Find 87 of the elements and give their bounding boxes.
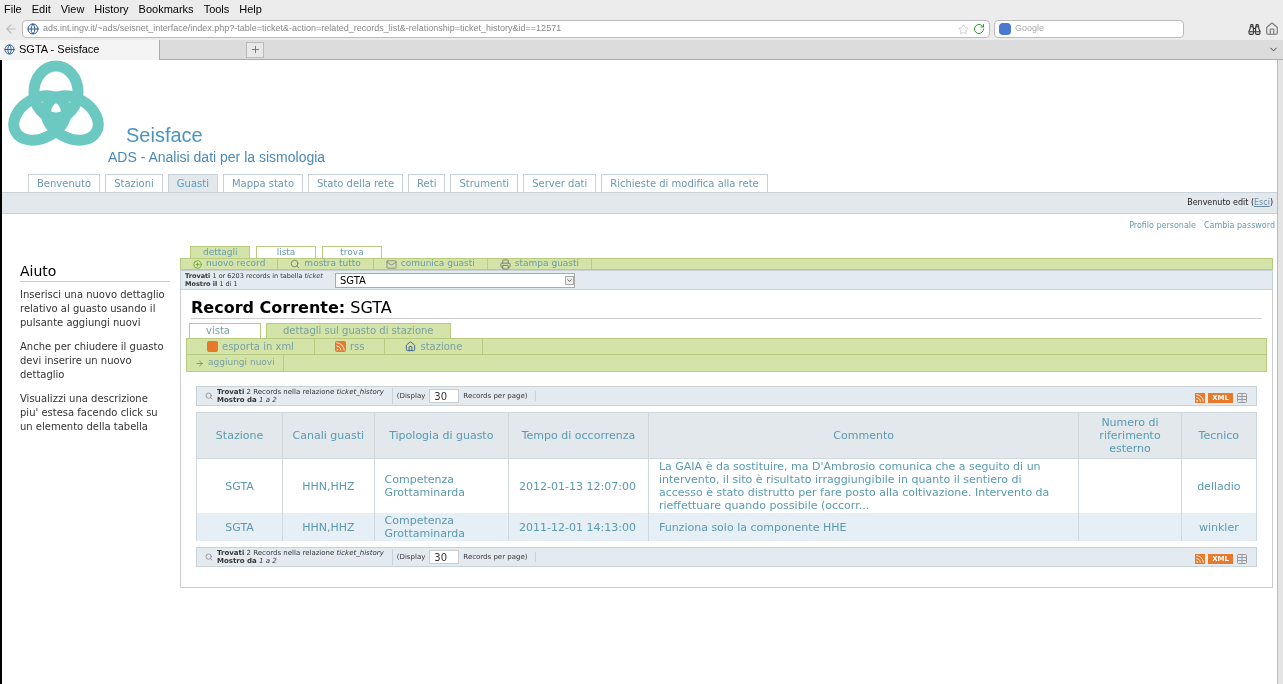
url-text: ads.int.ingv.it/~ads/seisnet_interface/index.php?-table=ticket&-action=related_records_list&-relationship=ticket_history&id==12571	[43, 22, 562, 36]
search-field[interactable]: Google	[994, 20, 1184, 38]
search-engine-icon	[999, 23, 1011, 35]
table-cell[interactable]: SGTA	[196, 513, 283, 541]
record-tab[interactable]: lista	[256, 246, 316, 258]
nav-tab[interactable]: Richieste di modifica alla rete	[601, 174, 768, 192]
envelope-icon	[385, 258, 397, 270]
column-header[interactable]: Tecnico	[1181, 412, 1257, 459]
add-new-link[interactable]: aggiungi nuovi	[187, 355, 284, 371]
nav-tab[interactable]: Stazioni	[105, 174, 163, 192]
globe-icon	[27, 23, 39, 35]
menu-item[interactable]: Bookmarks	[138, 0, 194, 18]
site-subtitle: ADS - Analisi dati per la sismologia	[108, 148, 326, 167]
per-page-field[interactable]: 30	[429, 389, 460, 403]
help-text: Visualizzi una descrizione piu' estesa facendo click su un elemento della tabella	[20, 392, 159, 434]
help-text: Anche per chiudere il guasto devi inserire un nuovo dettaglio	[20, 340, 165, 382]
table-icon[interactable]	[1236, 392, 1248, 404]
printer-icon	[499, 258, 511, 270]
action-link[interactable]: comunica guasti	[373, 259, 488, 269]
plus-icon	[249, 44, 261, 55]
menu-item[interactable]: Edit	[31, 0, 51, 18]
table-cell[interactable]: winkler	[1181, 513, 1257, 541]
record-select[interactable]: SGTA	[335, 272, 575, 288]
back-icon[interactable]	[4, 22, 18, 36]
dropdown-arrow-icon	[565, 275, 574, 285]
arrow-icon	[195, 358, 204, 368]
home-icon	[405, 341, 417, 352]
rss-icon[interactable]	[1195, 393, 1206, 403]
help-title: Aiuto	[20, 262, 170, 282]
export-link[interactable]: stazione	[385, 339, 484, 354]
export-link[interactable]: esporta in xml	[187, 339, 315, 354]
table-cell[interactable]: Competenza Grottaminarda	[374, 513, 509, 541]
menu-item[interactable]: Tools	[203, 0, 230, 18]
nav-tab[interactable]: Mappa stato	[222, 174, 303, 192]
greeting-end: )	[1269, 197, 1273, 209]
nav-tab[interactable]: Server dati	[523, 174, 597, 192]
record-title: Record Corrente: SGTA	[191, 298, 392, 317]
table-cell[interactable]: HHN,HHZ	[282, 513, 375, 541]
per-page-field[interactable]: 30	[429, 550, 460, 564]
column-header[interactable]: Tempo di occorrenza	[508, 412, 649, 459]
menu-item[interactable]: History	[94, 0, 129, 18]
site-title: Seisface	[126, 123, 204, 147]
nav-tab[interactable]: Stato della rete	[308, 174, 404, 192]
reload-icon[interactable]	[973, 23, 985, 35]
search-icon	[205, 392, 213, 400]
nav-tab[interactable]: Benvenuto	[28, 174, 101, 192]
record-tab[interactable]: trova	[322, 246, 382, 258]
browser-tab[interactable]: SGTA - Seisface	[0, 39, 160, 60]
menu-item[interactable]: File	[4, 0, 22, 18]
search-placeholder: Google	[1015, 22, 1045, 36]
greeting-text: Benvenuto edit (	[1187, 197, 1255, 209]
nav-tab[interactable]: Reti	[408, 174, 446, 192]
menu-item[interactable]: Help	[239, 0, 262, 18]
column-header[interactable]: Commento	[648, 412, 1079, 459]
search-icon	[290, 259, 301, 269]
search-icon	[205, 553, 213, 561]
new-tab-button[interactable]	[246, 41, 264, 58]
binoculars-icon[interactable]	[1248, 22, 1261, 36]
table-cell[interactable]: Funziona solo la componente HHE	[648, 513, 1079, 541]
user-link[interactable]: Cambia password	[1204, 220, 1275, 232]
detail-tab[interactable]: dettagli sul guasto di stazione	[266, 323, 451, 338]
tab-title: SGTA - Seisface	[19, 42, 100, 58]
table-icon[interactable]	[1236, 553, 1248, 565]
action-link[interactable]: stampa guasti	[487, 259, 593, 269]
nav-tab[interactable]: Strumenti	[450, 174, 519, 192]
plus-icon	[193, 259, 202, 269]
logout-link[interactable]: Esci	[1254, 197, 1270, 209]
user-link[interactable]: Profilo personale	[1129, 220, 1196, 232]
detail-tab[interactable]: vista	[189, 323, 261, 338]
column-header[interactable]: Tipologia di guasto	[374, 412, 509, 459]
record-tab[interactable]: dettagli	[190, 246, 250, 258]
export-link[interactable]: rss	[314, 339, 386, 354]
address-bar[interactable]: ads.int.ingv.it/~ads/seisnet_interface/index.php?-table=ticket&-action=related_records_list&-relationship=ticket_history&id==12571	[22, 20, 990, 38]
action-link[interactable]: mostra tutto	[278, 259, 374, 269]
action-link[interactable]: nuovo record	[181, 259, 279, 269]
column-header[interactable]: Stazione	[196, 412, 283, 459]
column-header[interactable]: Canali guasti	[282, 412, 375, 459]
help-text: Inserisci una nuovo dettaglio relativo al guasto usando il pulsante aggiungi nuovi	[20, 288, 166, 330]
menu-item[interactable]: View	[60, 0, 85, 18]
star-icon[interactable]	[958, 23, 969, 35]
table-cell[interactable]: 2011-12-01 14:13:00	[508, 513, 649, 541]
rss-icon[interactable]	[1195, 554, 1206, 564]
rss-icon	[334, 341, 346, 352]
column-header[interactable]: Numero di riferimento esterno	[1078, 412, 1182, 459]
globe-icon	[4, 44, 15, 55]
xml-icon	[207, 341, 218, 352]
nav-tab[interactable]: Guasti	[167, 174, 218, 192]
